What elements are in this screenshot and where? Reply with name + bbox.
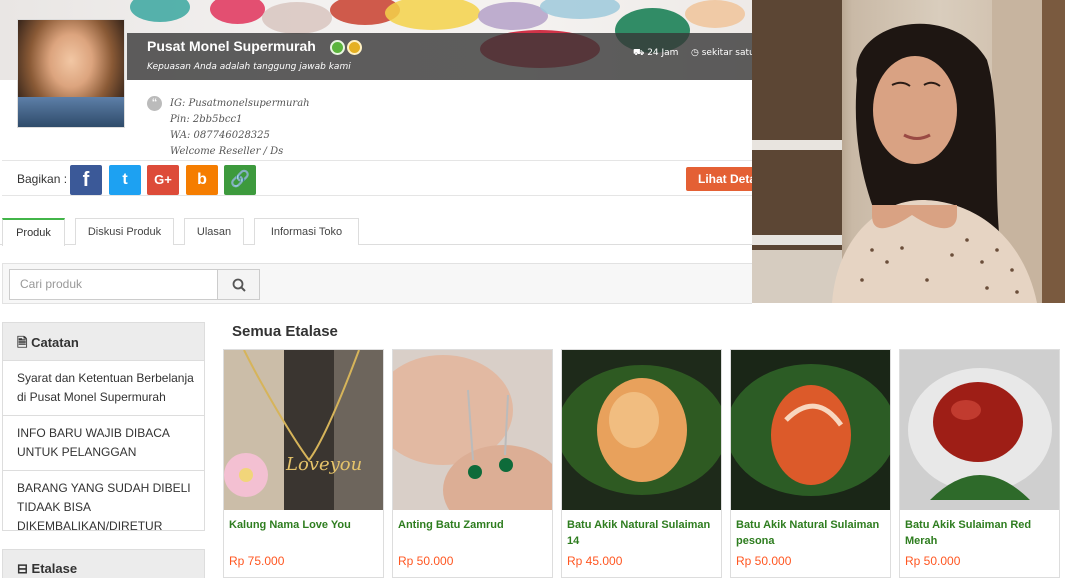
- facebook-share-button[interactable]: f: [70, 165, 102, 195]
- etalase-panel: ⊟ Etalase: [2, 549, 205, 578]
- facebook-icon: f: [82, 169, 90, 191]
- notes-panel: 🗎 Catatan Syarat dan Ketentuan Berbelanj…: [2, 322, 205, 533]
- twitter-share-button[interactable]: t: [109, 165, 141, 195]
- product-name[interactable]: Anting Batu Zamrud: [398, 517, 548, 533]
- quote-icon: “: [147, 96, 162, 111]
- notes-item[interactable]: BARANG YANG SUDAH DIBELI TIDAAK BISA DIK…: [3, 471, 204, 544]
- share-label: Bagikan :: [17, 172, 68, 186]
- product-image[interactable]: [900, 350, 1059, 510]
- shop-info-ig: IG: Pusatmonelsupermurah: [170, 98, 310, 109]
- blogger-icon: b: [197, 171, 207, 188]
- share-row: Bagikan : f t G+ b 🔗 Lihat Detail: [2, 160, 756, 196]
- product-image[interactable]: Loveyou: [224, 350, 383, 510]
- search-input[interactable]: Cari produk: [9, 269, 218, 300]
- etalase-header: ⊟ Etalase: [3, 550, 204, 578]
- product-price: Rp 50.000: [736, 554, 792, 568]
- seller-photo: [752, 0, 1065, 303]
- copy-link-button[interactable]: 🔗: [224, 165, 256, 195]
- link-icon: 🔗: [230, 171, 250, 188]
- shop-info-wa: WA: 087746028325: [170, 130, 270, 141]
- shop-info-pin: Pin: 2bb5bcc1: [170, 114, 243, 125]
- reputation-badge-icon: [347, 40, 362, 55]
- notes-item[interactable]: Syarat dan Ketentuan Berbelanja di Pusat…: [3, 361, 204, 416]
- product-name[interactable]: Kalung Nama Love You: [229, 517, 379, 533]
- product-image[interactable]: [393, 350, 552, 510]
- product-name[interactable]: Batu Akik Natural Sulaiman 14: [567, 517, 717, 549]
- tab-informasi-toko[interactable]: Informasi Toko: [254, 218, 359, 245]
- product-card[interactable]: Batu Akik Sulaiman Red Merah Rp 50.000: [899, 349, 1060, 578]
- tab-produk[interactable]: Produk: [2, 218, 65, 246]
- tab-diskusi-produk[interactable]: Diskusi Produk: [75, 218, 174, 245]
- shop-info-reseller: Welcome Reseller / Ds: [170, 146, 284, 157]
- shop-tabs: Produk Diskusi Produk Ulasan Informasi T…: [0, 218, 752, 246]
- tab-ulasan[interactable]: Ulasan: [184, 218, 244, 245]
- shop-hours: ⛟ 24 Jam: [633, 48, 679, 58]
- product-name[interactable]: Batu Akik Natural Sulaiman pesona: [736, 517, 886, 549]
- product-card[interactable]: Batu Akik Natural Sulaiman pesona Rp 50.…: [730, 349, 891, 578]
- shop-avatar: [17, 19, 125, 128]
- product-card[interactable]: Loveyou Kalung Nama Love You Rp 75.000: [223, 349, 384, 578]
- shop-tagline: Kepuasan Anda adalah tanggung jawab kami: [147, 62, 351, 72]
- clock-icon: ◷: [691, 48, 699, 58]
- blogger-share-button[interactable]: b: [186, 165, 218, 195]
- section-title: Semua Etalase: [232, 323, 338, 340]
- search-icon: [232, 278, 246, 292]
- product-price: Rp 45.000: [567, 554, 623, 568]
- twitter-icon: t: [122, 171, 128, 188]
- product-search-bar: Cari produk: [2, 263, 752, 304]
- notes-item[interactable]: INFO BARU WAJIB DIBACA UNTUK PELANGGAN: [3, 416, 204, 471]
- view-detail-button[interactable]: Lihat Detail: [686, 167, 756, 191]
- product-card[interactable]: Batu Akik Natural Sulaiman 14 Rp 45.000: [561, 349, 722, 578]
- google-plus-icon: G+: [154, 172, 172, 187]
- search-button[interactable]: [217, 269, 260, 300]
- product-price: Rp 50.000: [398, 554, 454, 568]
- etalase-icon: ⊟: [17, 561, 28, 576]
- gold-merchant-badge-icon: [330, 40, 345, 55]
- product-price: Rp 50.000: [905, 554, 961, 568]
- shop-location: ◷ sekitar satu: [691, 48, 752, 58]
- google-plus-share-button[interactable]: G+: [147, 165, 179, 195]
- product-image[interactable]: [562, 350, 721, 510]
- truck-icon: ⛟: [633, 48, 645, 58]
- product-price: Rp 75.000: [229, 554, 285, 568]
- product-card[interactable]: Anting Batu Zamrud Rp 50.000: [392, 349, 553, 578]
- svg-text:Loveyou: Loveyou: [285, 454, 362, 475]
- notes-header: 🗎 Catatan: [3, 323, 204, 361]
- document-icon: 🗎: [17, 335, 28, 350]
- shop-name[interactable]: Pusat Monel Supermurah: [147, 38, 316, 54]
- product-image[interactable]: [731, 350, 890, 510]
- product-name[interactable]: Batu Akik Sulaiman Red Merah: [905, 517, 1055, 549]
